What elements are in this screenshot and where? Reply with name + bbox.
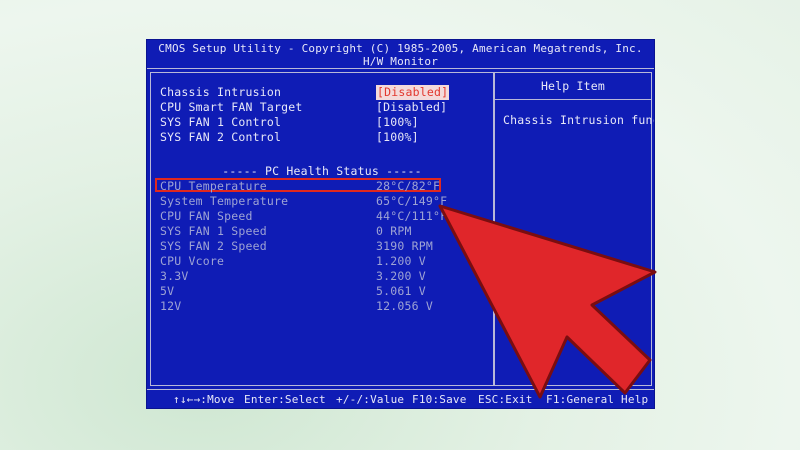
help-header: Help Item: [495, 73, 651, 100]
key-hint-save: F10:Save: [412, 393, 467, 406]
health-value: 65°C/149°F: [376, 194, 448, 208]
health-label: SYS FAN 2 Speed: [160, 239, 267, 253]
title-bar: CMOS Setup Utility - Copyright (C) 1985-…: [147, 40, 654, 69]
health-value: 5.061 V: [376, 284, 426, 298]
setting-row-chassis-intrusion[interactable]: Chassis Intrusion [Disabled]: [151, 85, 493, 100]
key-hint-help: F1:General Help: [546, 393, 649, 406]
health-row-3v3: 3.3V 3.200 V: [151, 269, 493, 284]
health-row-cpu-temperature: CPU Temperature 28°C/82°F: [151, 179, 493, 194]
health-row-cpu-fan-speed: CPU FAN Speed 44°C/111°F: [151, 209, 493, 224]
setting-row-cpu-smart-fan-target[interactable]: CPU Smart FAN Target [Disabled]: [151, 100, 493, 115]
health-value: 0 RPM: [376, 224, 412, 238]
health-row-sys-fan-2-speed: SYS FAN 2 Speed 3190 RPM: [151, 239, 493, 254]
health-label: 5V: [160, 284, 175, 298]
help-text: Chassis Intrusion func: [503, 113, 654, 127]
health-row-12v: 12V 12.056 V: [151, 299, 493, 314]
health-label: System Temperature: [160, 194, 289, 208]
health-value: 28°C/82°F: [376, 179, 441, 193]
key-hint-exit: ESC:Exit: [478, 393, 533, 406]
setting-label: CPU Smart FAN Target: [160, 100, 303, 114]
section-heading: ----- PC Health Status -----: [222, 164, 422, 178]
health-label: CPU FAN Speed: [160, 209, 253, 223]
settings-panel: Chassis Intrusion [Disabled] CPU Smart F…: [150, 72, 494, 386]
setting-row-sys-fan-2-control[interactable]: SYS FAN 2 Control [100%]: [151, 130, 493, 145]
health-value: 44°C/111°F: [376, 209, 448, 223]
setting-row-sys-fan-1-control[interactable]: SYS FAN 1 Control [100%]: [151, 115, 493, 130]
health-label: 12V: [160, 299, 182, 313]
health-label: CPU Vcore: [160, 254, 225, 268]
setting-value[interactable]: [Disabled]: [376, 100, 447, 115]
key-hint-move: ↑↓←→:Move: [173, 393, 235, 406]
setting-value[interactable]: [Disabled]: [376, 85, 450, 100]
setting-label: SYS FAN 2 Control: [160, 130, 282, 144]
help-panel: Help Item Chassis Intrusion func: [494, 72, 654, 386]
health-value: 3190 RPM: [376, 239, 433, 253]
setting-value[interactable]: [100%]: [376, 115, 419, 130]
health-value: 1.200 V: [376, 254, 426, 268]
key-hint-value: +/-/:Value: [336, 393, 405, 406]
health-row-sys-fan-1-speed: SYS FAN 1 Speed 0 RPM: [151, 224, 493, 239]
health-label: SYS FAN 1 Speed: [160, 224, 267, 238]
bios-screen: CMOS Setup Utility - Copyright (C) 1985-…: [147, 40, 654, 408]
health-value: 12.056 V: [376, 299, 433, 313]
health-row-cpu-vcore: CPU Vcore 1.200 V: [151, 254, 493, 269]
key-hint-select: Enter:Select: [244, 393, 326, 406]
setting-label: SYS FAN 1 Control: [160, 115, 282, 129]
health-label: 3.3V: [160, 269, 189, 283]
setting-value[interactable]: [100%]: [376, 130, 419, 145]
status-bar: ↑↓←→:Move Enter:Select +/-/:Value F10:Sa…: [147, 389, 654, 408]
health-value: 3.200 V: [376, 269, 426, 283]
page-title: H/W Monitor: [362, 55, 439, 68]
health-label: CPU Temperature: [160, 179, 267, 193]
health-row-system-temperature: System Temperature 65°C/149°F: [151, 194, 493, 209]
health-row-5v: 5V 5.061 V: [151, 284, 493, 299]
setting-label: Chassis Intrusion: [160, 85, 282, 99]
